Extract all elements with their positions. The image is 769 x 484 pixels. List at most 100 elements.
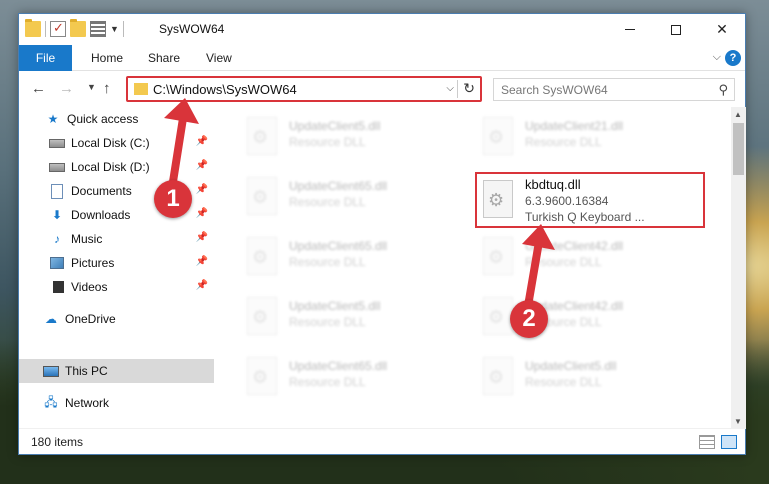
- close-button[interactable]: ✕: [699, 14, 745, 45]
- sidebar-item-pictures[interactable]: Pictures 📌: [19, 251, 214, 275]
- tab-home[interactable]: Home: [79, 45, 135, 71]
- pin-icon[interactable]: 📌: [196, 184, 208, 195]
- recent-locations-chevron-icon[interactable]: ▼: [87, 82, 96, 92]
- file-item-kbdtuq-dll[interactable]: kbdtuq.dll 6.3.9600.16384 Turkish Q Keyb…: [475, 172, 705, 228]
- file-item[interactable]: UpdateClient21.dll Resource DLL: [477, 111, 707, 167]
- close-icon: ✕: [716, 21, 728, 37]
- file-type: Resource DLL: [289, 195, 366, 209]
- sidebar-item-label: This PC: [65, 364, 108, 378]
- file-item[interactable]: UpdateClient65.dll Resource DLL: [241, 171, 471, 227]
- dll-file-icon: [247, 177, 277, 215]
- pin-icon[interactable]: 📌: [196, 280, 208, 291]
- file-name: kbdtuq.dll: [525, 177, 581, 192]
- maximize-icon: [671, 24, 681, 35]
- toolbar-separator: [45, 21, 46, 37]
- file-item[interactable]: UpdateClient42.dll Resource DLL: [477, 231, 707, 287]
- window-title: SysWOW64: [159, 22, 225, 36]
- pc-icon: [43, 363, 59, 379]
- pin-icon[interactable]: 📌: [196, 256, 208, 267]
- dll-file-icon: [483, 297, 513, 335]
- maximize-button[interactable]: [653, 14, 699, 45]
- quick-access-toolbar: ▼: [25, 19, 124, 37]
- file-item[interactable]: UpdateClient5.dll Resource DLL: [241, 291, 471, 347]
- file-item[interactable]: UpdateClient65.dll Resource DLL: [241, 351, 471, 407]
- search-placeholder: Search SysWOW64: [501, 83, 608, 97]
- music-icon: ♪: [54, 232, 60, 246]
- file-item[interactable]: UpdateClient5.dll Resource DLL: [241, 111, 471, 167]
- chevron-down-icon[interactable]: ▼: [110, 24, 119, 34]
- file-name: UpdateClient65.dll: [289, 179, 388, 193]
- sidebar-item-quick-access[interactable]: ★ Quick access: [19, 107, 214, 131]
- new-folder-icon[interactable]: [70, 19, 86, 37]
- file-name: UpdateClient42.dll: [525, 239, 624, 253]
- file-list: UpdateClient5.dll Resource DLL UpdateCli…: [215, 107, 729, 429]
- dll-file-icon: [483, 117, 513, 155]
- sidebar-item-onedrive[interactable]: ☁ OneDrive: [19, 307, 214, 331]
- dll-file-icon: [247, 357, 277, 395]
- title-bar: ▼ SysWOW64 ✕: [19, 14, 745, 45]
- scroll-up-icon[interactable]: ▲: [734, 110, 742, 119]
- disk-icon: [49, 135, 65, 151]
- file-explorer-window: ▼ SysWOW64 ✕ File Home Share View ⌵ ? ← …: [18, 13, 746, 455]
- sidebar-item-music[interactable]: ♪ Music 📌: [19, 227, 214, 251]
- file-name: UpdateClient65.dll: [289, 239, 388, 253]
- file-type: Resource DLL: [289, 255, 366, 269]
- pin-icon[interactable]: 📌: [196, 232, 208, 243]
- file-item[interactable]: UpdateClient5.dll Resource DLL: [477, 351, 707, 407]
- properties-icon[interactable]: [50, 20, 66, 37]
- file-item[interactable]: UpdateClient65.dll Resource DLL: [241, 231, 471, 287]
- folder-icon: [134, 83, 148, 95]
- pin-icon[interactable]: 📌: [196, 136, 208, 147]
- expand-ribbon-icon[interactable]: ⌵: [713, 51, 721, 64]
- network-icon: 🖧: [44, 394, 58, 409]
- help-icon[interactable]: ?: [725, 50, 741, 66]
- downloads-icon: ⬇: [51, 208, 63, 222]
- file-name: UpdateClient5.dll: [289, 119, 381, 133]
- sidebar-item-label: OneDrive: [65, 312, 116, 326]
- scroll-down-icon[interactable]: ▼: [734, 417, 742, 426]
- sidebar-item-local-disk-d[interactable]: Local Disk (D:) 📌: [19, 155, 214, 179]
- sidebar-item-label: Videos: [71, 280, 108, 294]
- up-arrow-icon[interactable]: ↑: [103, 80, 111, 97]
- large-icons-view-icon[interactable]: [721, 435, 737, 449]
- sidebar-item-label: Quick access: [67, 112, 139, 126]
- dll-file-icon: [247, 297, 277, 335]
- address-separator: [457, 80, 458, 98]
- search-input[interactable]: Search SysWOW64 ⚲: [493, 78, 735, 101]
- sidebar-item-label: Local Disk (C:): [71, 136, 150, 150]
- tab-file[interactable]: File: [19, 45, 72, 71]
- pin-icon[interactable]: 📌: [196, 160, 208, 171]
- dll-file-icon: [247, 117, 277, 155]
- tab-view[interactable]: View: [194, 45, 244, 71]
- file-type: Resource DLL: [525, 255, 602, 269]
- forward-arrow-icon[interactable]: →: [59, 80, 74, 97]
- details-view-icon[interactable]: [699, 435, 715, 449]
- file-type: Resource DLL: [289, 315, 366, 329]
- file-version: 6.3.9600.16384: [525, 194, 609, 208]
- disk-icon: [49, 159, 65, 175]
- dll-file-icon: [247, 237, 277, 275]
- scrollbar-thumb[interactable]: [733, 123, 744, 175]
- onedrive-icon: ☁: [45, 312, 57, 326]
- minimize-button[interactable]: [607, 14, 653, 45]
- refresh-icon[interactable]: ↻: [463, 80, 475, 97]
- pin-icon[interactable]: 📌: [196, 208, 208, 219]
- sidebar-item-local-disk-c[interactable]: Local Disk (C:) 📌: [19, 131, 214, 155]
- file-description: Turkish Q Keyboard ...: [525, 210, 645, 224]
- file-type: Resource DLL: [289, 375, 366, 389]
- ribbon-tabs: File Home Share View ⌵ ?: [19, 45, 745, 71]
- address-bar[interactable]: C:\Windows\SysWOW64 ⌵ ↻: [126, 76, 482, 102]
- star-icon: ★: [47, 112, 59, 126]
- address-path[interactable]: C:\Windows\SysWOW64: [153, 82, 297, 97]
- tab-share[interactable]: Share: [136, 45, 192, 71]
- vertical-scrollbar[interactable]: ▲ ▼: [731, 107, 746, 429]
- sidebar-item-this-pc[interactable]: This PC: [19, 359, 214, 383]
- address-dropdown-chevron-icon[interactable]: ⌵: [446, 83, 454, 94]
- customize-view-icon[interactable]: [90, 21, 106, 37]
- videos-icon: [49, 279, 65, 295]
- back-arrow-icon[interactable]: ←: [31, 80, 46, 97]
- search-icon[interactable]: ⚲: [718, 82, 728, 98]
- sidebar-item-videos[interactable]: Videos 📌: [19, 275, 214, 299]
- sidebar-item-network[interactable]: 🖧 Network: [19, 391, 214, 415]
- sidebar-item-label: Network: [65, 396, 110, 410]
